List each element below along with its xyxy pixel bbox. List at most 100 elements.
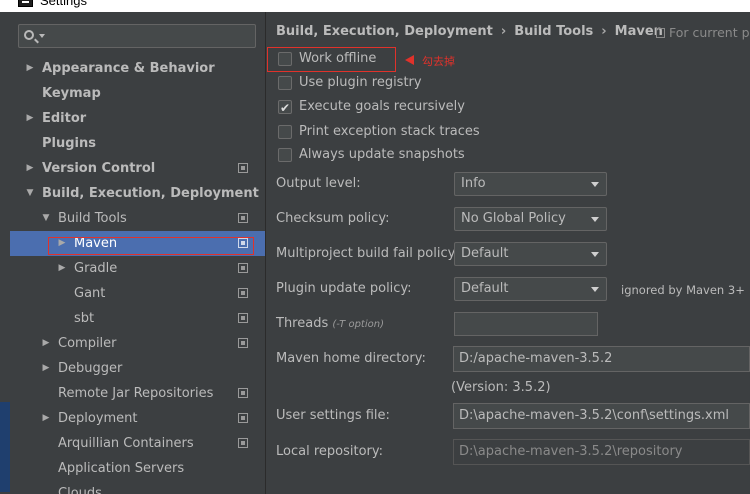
sidebar-item-label: Keymap [42, 86, 101, 101]
chevron-right-icon: › [500, 24, 507, 39]
project-scope-icon [238, 338, 248, 348]
chevron-down-icon [591, 182, 599, 187]
sidebar-item-build-tools[interactable]: ▼ Build Tools [10, 206, 265, 231]
search-input[interactable] [18, 24, 256, 48]
sidebar-item-label: Debugger [58, 361, 123, 376]
chevron-down-icon [591, 287, 599, 292]
sidebar-item-label: Plugins [42, 136, 96, 151]
sidebar-item-editor[interactable]: ▶ Editor [10, 106, 265, 131]
checkbox-label: Execute goals recursively [299, 99, 465, 114]
threads-hint: (-T option) [332, 319, 384, 330]
sidebar-item-label: Remote Jar Repositories [58, 386, 214, 401]
breadcrumb-item: Build Tools [514, 24, 594, 39]
sidebar-item-debugger[interactable]: ▶ Debugger [10, 356, 265, 381]
expand-right-icon[interactable]: ▶ [40, 331, 52, 356]
sidebar-item-label: Deployment [58, 411, 138, 426]
project-scope-icon [238, 388, 248, 398]
checksum-policy-label: Checksum policy: [276, 211, 390, 226]
settings-sidebar: ▶ Appearance & Behavior Keymap ▶ Editor Plugi… [10, 12, 265, 494]
checkbox[interactable] [278, 125, 292, 139]
output-level-label: Output level: [276, 176, 361, 191]
sidebar-item-maven[interactable]: ▶ Maven [10, 231, 265, 256]
sidebar-item-version-control[interactable]: ▶ Version Control [10, 156, 265, 181]
chevron-down-icon [591, 217, 599, 222]
project-scope-icon [238, 263, 248, 273]
sidebar-item-arquillian-containers[interactable]: Arquillian Containers [10, 431, 265, 456]
annotation-arrow-icon [405, 55, 414, 65]
search-icon [24, 30, 34, 40]
project-scope-icon [238, 238, 248, 248]
checksum-policy-select[interactable]: No Global Policy [454, 207, 607, 231]
sidebar-item-label: Editor [42, 111, 87, 126]
plugin-update-note: ignored by Maven 3+ [621, 283, 745, 297]
sidebar-item-remote-jar-repositories[interactable]: Remote Jar Repositories [10, 381, 265, 406]
threads-input[interactable] [454, 312, 598, 336]
sidebar-item-appearance-behavior[interactable]: ▶ Appearance & Behavior [10, 56, 265, 81]
sidebar-item-label: sbt [74, 311, 95, 326]
plugin-update-policy-label: Plugin update policy: [276, 281, 412, 296]
local-repository-input[interactable]: D:\apache-maven-3.5.2\repository [453, 439, 750, 465]
expand-right-icon[interactable]: ▶ [40, 406, 52, 431]
maven-settings-panel: Build, Execution, Deployment › Build Tools… [266, 12, 750, 494]
chevron-down-icon[interactable] [39, 34, 45, 38]
sidebar-item-keymap[interactable]: Keymap [10, 81, 265, 106]
sidebar-item-clouds[interactable]: Clouds [10, 481, 265, 494]
sidebar-item-label: Gant [74, 286, 106, 301]
checkbox-label: Always update snapshots [299, 147, 465, 162]
title-bar: Settings [0, 0, 750, 12]
checkbox[interactable] [278, 52, 292, 66]
checkbox[interactable] [278, 148, 292, 162]
sidebar-item-gant[interactable]: Gant [10, 281, 265, 306]
annotation-text: 勾去掉 [422, 55, 455, 68]
sidebar-item-label: Arquillian Containers [58, 436, 194, 451]
project-scope-icon [238, 438, 248, 448]
project-scope-icon [238, 313, 248, 323]
checkbox-label: Work offline [299, 51, 377, 66]
sidebar-item-application-servers[interactable]: Application Servers [10, 456, 265, 481]
multiproject-fail-policy-label: Multiproject build fail policy: [276, 246, 459, 261]
sidebar-item-deployment[interactable]: ▶ Deployment [10, 406, 265, 431]
threads-label: Threads (-T option) [276, 316, 384, 331]
expand-right-icon[interactable]: ▶ [56, 231, 68, 256]
sidebar-item-sbt[interactable]: sbt [10, 306, 265, 331]
expand-right-icon[interactable]: ▶ [24, 56, 36, 81]
project-scope-icon [238, 213, 248, 223]
sidebar-item-gradle[interactable]: ▶ Gradle [10, 256, 265, 281]
checkbox[interactable] [278, 97, 292, 119]
for-current-project: For current pr [656, 25, 750, 40]
expand-right-icon[interactable]: ▶ [56, 256, 68, 281]
sidebar-item-build-execution-deployment[interactable]: ▼ Build, Execution, Deployment [10, 181, 265, 206]
sidebar-item-plugins[interactable]: Plugins [10, 131, 265, 156]
sidebar-item-compiler[interactable]: ▶ Compiler [10, 331, 265, 356]
maven-version-text: (Version: 3.5.2) [451, 380, 551, 395]
sidebar-item-label: Maven [74, 236, 118, 251]
sidebar-item-label: Clouds [58, 486, 102, 494]
sidebar-item-label: Version Control [42, 161, 156, 176]
output-level-select[interactable]: Info [454, 172, 607, 196]
plugin-update-policy-select[interactable]: Default [454, 277, 607, 301]
expand-right-icon[interactable]: ▶ [24, 156, 36, 181]
sidebar-item-label: Application Servers [58, 461, 185, 476]
sidebar-item-label: Build, Execution, Deployment [42, 186, 259, 201]
sidebar-item-label: Gradle [74, 261, 118, 276]
sidebar-item-label: Compiler [58, 336, 117, 351]
sidebar-item-label: Appearance & Behavior [42, 61, 215, 76]
user-settings-input[interactable]: D:\apache-maven-3.5.2\conf\settings.xml [453, 403, 750, 429]
breadcrumb-item: Build, Execution, Deployment [276, 24, 493, 39]
chevron-down-icon [591, 252, 599, 257]
multiproject-fail-policy-select[interactable]: Default [454, 242, 607, 266]
project-scope-icon [238, 413, 248, 423]
expand-right-icon[interactable]: ▶ [40, 356, 52, 381]
checkbox[interactable] [278, 76, 292, 90]
sidebar-item-label: Build Tools [58, 211, 127, 226]
expand-down-icon[interactable]: ▼ [24, 181, 36, 206]
app-icon [18, 0, 33, 7]
expand-right-icon[interactable]: ▶ [24, 106, 36, 131]
checkbox-label: Print exception stack traces [299, 124, 480, 139]
window-title: Settings [40, 0, 87, 8]
maven-home-label: Maven home directory: [276, 351, 426, 366]
checkbox-label: Use plugin registry [299, 75, 422, 90]
maven-home-input[interactable]: D:/apache-maven-3.5.2 [453, 346, 750, 372]
expand-down-icon[interactable]: ▼ [40, 206, 52, 231]
project-scope-icon [238, 288, 248, 298]
